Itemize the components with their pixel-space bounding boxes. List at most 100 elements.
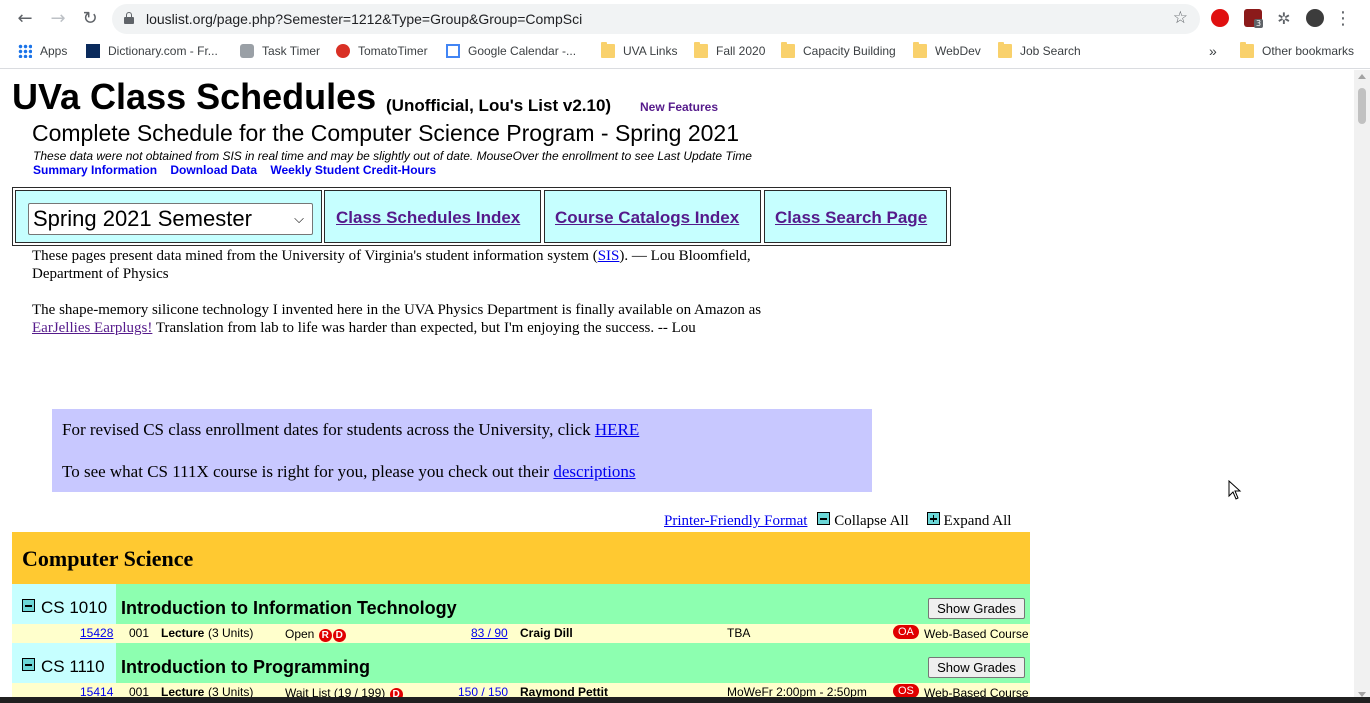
intro-text: ). — Lou Bloomfield, [619,248,751,264]
forward-icon[interactable]: → [47,8,69,30]
reload-icon[interactable]: ↻ [79,8,101,30]
mode-badge[interactable]: OA [893,625,919,639]
url-text[interactable]: louslist.org/page.php?Semester=1212&Type… [146,11,582,27]
folder-icon [913,42,927,58]
bookmark-google-calendar[interactable]: Google Calendar -... [446,44,576,62]
bookmark-other[interactable]: Other bookmarks [1240,42,1354,62]
scroll-up-arrow-icon[interactable] [1358,74,1366,79]
bookmark-label: Google Calendar -... [468,44,577,58]
navigation-table: Spring 2021 Semester ⌵ Class Schedules I… [12,187,951,246]
course-title: Introduction to Information Technology [121,598,457,618]
bookmark-task-timer[interactable]: Task Timer [240,44,320,62]
task-timer-icon [240,44,254,58]
summary-information-link[interactable]: Summary Information [33,163,157,177]
bookmark-tomatotimer[interactable]: TomatoTimer [336,44,428,62]
meeting-time: TBA [727,626,751,640]
bookmark-label: Capacity Building [803,44,896,58]
bookmark-capacity-building[interactable]: Capacity Building [781,42,896,62]
course-header: CS 1110 Introduction to Programming Show… [12,643,1030,683]
header-links: Summary Information Download Data Weekly… [33,163,446,177]
collapse-all-button[interactable]: Collapse All [817,512,912,529]
bookmark-dictionary[interactable]: Dictionary.com - Fr... [86,44,218,62]
restriction-r-icon[interactable]: R [318,629,332,642]
intro-text: The shape-memory silicone technology I i… [32,302,762,318]
course-catalogs-index-link[interactable]: Course Catalogs Index [555,208,739,228]
bookmark-uva-links[interactable]: UVA Links [601,42,678,62]
collapse-minus-icon[interactable] [22,658,35,671]
collapse-all-label: Collapse All [834,513,909,529]
bookmark-label: Task Timer [262,44,321,58]
address-bar[interactable]: louslist.org/page.php?Semester=1212&Type… [112,4,1200,34]
here-link[interactable]: HERE [595,420,639,439]
back-icon[interactable]: ← [14,8,36,30]
download-data-link[interactable]: Download Data [170,163,257,177]
expand-all-label: Expand All [943,513,1012,529]
chevron-down-icon: ⌵ [294,211,304,226]
menu-kebab-icon[interactable]: ⋮ [1332,8,1354,30]
apps-grid-icon [18,44,32,58]
folder-icon [1240,42,1254,58]
show-grades-button[interactable]: Show Grades [928,657,1025,678]
sis-link[interactable]: SIS [598,248,620,264]
scroll-thumb[interactable] [1358,88,1366,124]
semester-cell: Spring 2021 Semester ⌵ [15,190,322,243]
browser-toolbar: ← → ↻ louslist.org/page.php?Semester=121… [0,0,1370,38]
class-number-link[interactable]: 15428 [80,626,113,640]
intro-text: These pages present data mined from the … [32,248,598,264]
profile-avatar[interactable] [1306,9,1324,27]
intro-paragraph-2: The shape-memory silicone technology I i… [32,301,832,337]
collapse-minus-icon[interactable] [22,599,35,612]
info-text: For revised CS class enrollment dates fo… [62,420,595,439]
semester-select[interactable]: Spring 2021 Semester ⌵ [28,203,313,235]
course-header: CS 1010 Introduction to Information Tech… [12,584,1030,624]
mouse-cursor-icon [1228,480,1242,500]
bookmark-label: Job Search [1020,44,1081,58]
show-grades-button[interactable]: Show Grades [928,598,1025,619]
folder-icon [998,42,1012,58]
view-controls: Printer-Friendly Format Collapse All Exp… [664,512,1011,530]
bookmark-label: Fall 2020 [716,44,766,58]
course-number-cell: CS 1010 [12,584,116,624]
class-schedules-cell: Class Schedules Index [324,190,541,243]
restriction-d-icon[interactable]: D [332,629,346,642]
bookmark-star-icon[interactable]: ☆ [1173,8,1188,28]
instructor-name: Craig Dill [520,626,573,640]
mode-badge[interactable]: OS [893,684,919,698]
adblock-extension-icon[interactable] [1211,9,1229,27]
class-schedules-index-link[interactable]: Class Schedules Index [336,208,520,228]
intro-text: Translation from lab to life was harder … [152,320,696,336]
location: Web-Based Course [924,627,1029,641]
ublock-extension-icon[interactable]: 3 [1244,9,1264,28]
bookmark-job-search[interactable]: Job Search [998,42,1081,62]
collapse-minus-icon [817,512,831,525]
section-row: 15428 001 Lecture (3 Units) Open RD 83 /… [12,624,1030,643]
course-number: CS 1010 [41,598,108,617]
bookmark-apps[interactable]: Apps [18,44,67,62]
folder-icon [781,42,795,58]
bookmark-webdev[interactable]: WebDev [913,42,981,62]
new-features-link[interactable]: New Features [640,100,718,114]
folder-icon [694,42,708,58]
more-bookmarks-chevron-icon[interactable]: » [1209,44,1217,62]
expand-all-button[interactable]: Expand All [926,512,1012,529]
extension-badge: 3 [1254,19,1264,28]
course-number-cell: CS 1110 [12,643,116,683]
enrollment-link[interactable]: 83 / 90 [471,626,508,640]
printer-friendly-link[interactable]: Printer-Friendly Format [664,513,807,529]
enrollment-info-box: For revised CS class enrollment dates fo… [52,409,872,492]
class-search-page-link[interactable]: Class Search Page [775,208,927,228]
course-number: CS 1110 [41,657,105,676]
extensions-puzzle-icon[interactable]: ✲ [1273,8,1295,30]
bookmark-label: Dictionary.com - Fr... [108,44,218,58]
folder-icon [601,42,615,58]
page-scrollbar[interactable] [1354,70,1370,703]
descriptions-link[interactable]: descriptions [553,462,635,481]
weekly-credit-hours-link[interactable]: Weekly Student Credit-Hours [270,163,436,177]
intro-paragraph-1: These pages present data mined from the … [32,247,832,283]
bookmark-label: UVA Links [623,44,678,58]
bookmark-fall-2020[interactable]: Fall 2020 [694,42,766,62]
earjellies-link[interactable]: EarJellies Earplugs! [32,320,152,336]
semester-select-value: Spring 2021 Semester [33,206,252,231]
calendar-icon [446,44,460,58]
expand-plus-icon [926,512,940,525]
